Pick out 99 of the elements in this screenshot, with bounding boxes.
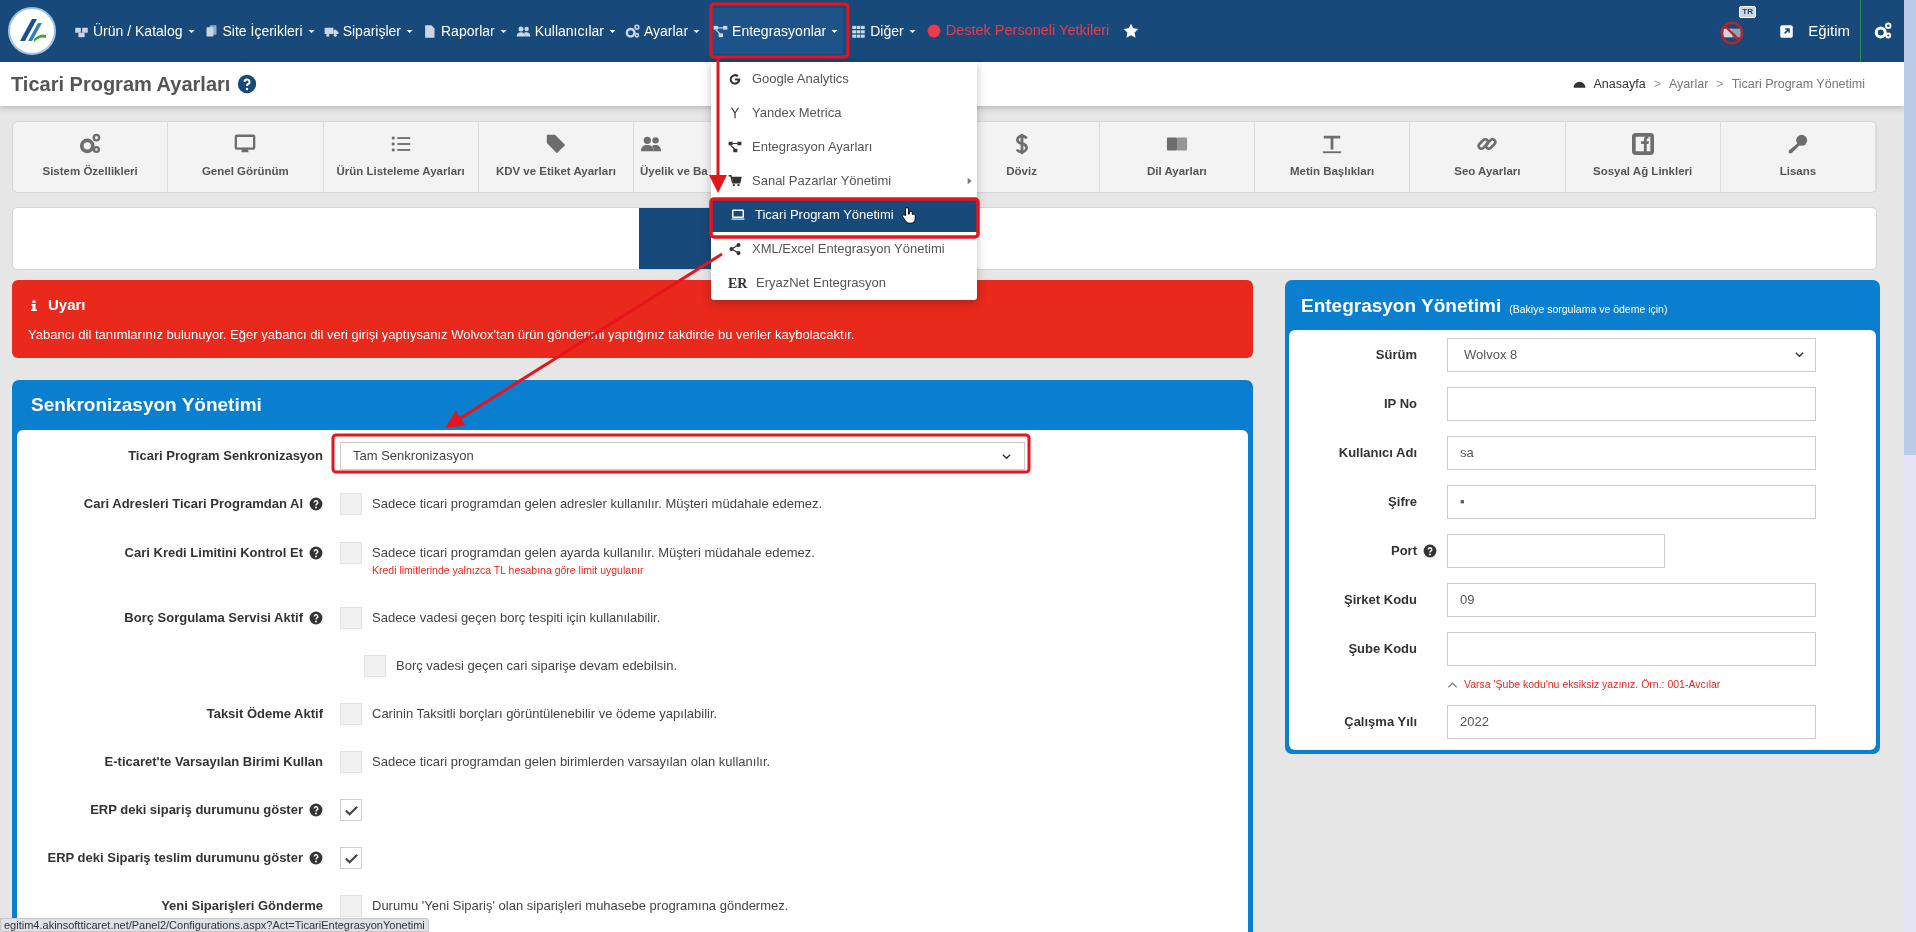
page-title: Ticari Program Ayarları (11, 72, 231, 97)
option-description: Sadece ticari programdan gelen ayarda kullanılır. Müşteri müdahale edemez. (372, 544, 815, 562)
status-bar-url: egitim4.akinsoftticaret.net/Panel2/Configurations.aspx?Act=TicariEntegrasyonYonetimi (0, 918, 429, 932)
google-logo-icon (728, 72, 742, 86)
field-label: Cari Adresleri Ticari Programdan Al (83, 495, 303, 514)
field-label: Sürüm (1375, 345, 1417, 364)
field-label: Yeni Siparişleri Gönderme (161, 897, 323, 916)
sync-mode-select[interactable]: Tam Senkronizasyon (340, 442, 1025, 470)
language-toggle[interactable] (1719, 20, 1746, 46)
checkbox[interactable] (340, 847, 362, 869)
field-label: ERP deki sipariş durumunu göster (90, 801, 303, 820)
user-name[interactable]: Eğitim (1808, 19, 1850, 43)
settings-tab[interactable]: Genel Görünüm (168, 122, 324, 192)
field-label: Taksit Ödeme Aktif (206, 705, 323, 724)
grid-icon (851, 23, 867, 39)
company-logo[interactable] (8, 7, 56, 55)
report-icon (422, 23, 437, 39)
field-label: Çalışma Yılı (1344, 712, 1417, 731)
help-icon (237, 74, 258, 94)
user-circle-icon (926, 24, 941, 38)
settings-tab[interactable]: Seo Ayarları (1410, 122, 1566, 192)
key-icon (1786, 133, 1809, 156)
field-label: Port (1391, 541, 1417, 560)
settings-tab[interactable]: KDV ve Etiket Ayarları (478, 122, 634, 192)
panel-title: Entegrasyon Yönetimi (1301, 293, 1502, 318)
option-description: Durumu 'Yeni Sipariş' olan siparişleri muhasebe programına göndermez. (372, 897, 789, 915)
field-label: Kullanıcı Adı (1338, 443, 1417, 462)
chevron-down-icon (1794, 349, 1805, 360)
settings-tab[interactable]: Dil Ayarları (1099, 122, 1255, 192)
field-label: Ticari Program Senkronizasyon (128, 447, 323, 466)
cart-icon (728, 174, 742, 188)
nav-menu-item[interactable]: Diğer (847, 8, 921, 54)
option-description: Carinin Taksitli borçları görüntülenebilir ve ödeme yapılabilir. (372, 705, 718, 723)
limit-note: Kredi limitlerinde yalnızca TL hesabına göre limit uygulanır (372, 564, 645, 576)
panel-subtitle: (Bakiye sorgulama ve ödeme için) (1509, 302, 1668, 318)
sitemap-icon (713, 23, 729, 39)
panel-title: Senkronizasyon Yönetimi (31, 392, 262, 417)
breadcrumb-separator: > (1716, 75, 1724, 93)
breadcrumb-link[interactable]: Ticari Program Yönetimi (1731, 74, 1865, 94)
input-field[interactable]: 09 (1447, 582, 1816, 617)
gears-icon (624, 23, 640, 39)
laptop-icon (731, 208, 745, 222)
facebook-icon (1631, 133, 1654, 156)
nav-menu-item[interactable]: Site İçerikleri (199, 8, 320, 54)
nav-menu-item[interactable]: Kullanıcılar (511, 8, 621, 54)
option-description: Sadece ticari programdan gelen adresler kullanılır. Müşteri müdahale edemez. (372, 495, 823, 513)
input-field[interactable]: ▪ (1447, 484, 1816, 519)
settings-tab[interactable]: Sistem Özellikleri (13, 122, 169, 192)
field-label: Şirket Kodu (1344, 590, 1417, 609)
external-link-icon (1779, 23, 1795, 39)
nav-menu-item[interactable]: Entegrasyonlar (709, 8, 844, 54)
nav-menu-item[interactable]: Ayarlar (620, 8, 706, 54)
heading-icon (1321, 133, 1344, 156)
breadcrumb-link[interactable]: Anasayfa (1593, 74, 1646, 94)
nav-menu-item[interactable]: Siparişler (319, 8, 418, 54)
input-field[interactable]: sa (1447, 435, 1816, 470)
checkbox[interactable] (340, 799, 362, 821)
settings-tab[interactable]: Sosyal Ağ Linkleri (1565, 122, 1721, 192)
field-label: Şube Kodu (1348, 639, 1417, 658)
settings-tab[interactable]: Ürün Listeleme Ayarları (323, 122, 479, 192)
option-description: Sadece vadesi geçen borç tespiti için kullanılabilir. (372, 609, 661, 627)
submenu-arrow-icon (965, 176, 973, 186)
dropdown-item[interactable]: XML/Excel Entegrasyon Yönetimi (711, 232, 977, 266)
option-description: Borç vadesi geçen cari siparişe devam edebilsin. (396, 657, 678, 676)
breadcrumb-link[interactable]: Ayarlar (1668, 74, 1709, 94)
settings-tab[interactable]: Lisans (1720, 122, 1876, 192)
option-description: Sadece ticari programdan gelen birimlerden varsayılan olan kullanılır. (372, 753, 771, 771)
dropdown-item[interactable]: ER EryazNet Entegrasyon (711, 266, 977, 300)
translate-disabled-icon (1719, 20, 1746, 46)
field-label: Şifre (1388, 492, 1417, 511)
dropdown-item[interactable]: Google Analytics (711, 62, 977, 96)
nav-menu-item[interactable]: Raporlar (418, 8, 512, 54)
input-field[interactable] (1447, 631, 1816, 666)
settings-tab[interactable]: Metin Başlıkları (1255, 122, 1411, 192)
field-hint: Varsa 'Şube kodu'nu eksiksiz yazınız. Örn.: 001-Avcılar (1464, 677, 1721, 693)
y-letter-icon (728, 106, 742, 120)
pointer-cursor-icon (901, 204, 919, 226)
tag-icon (544, 133, 567, 156)
alert-message: Yabancı dil tanımlarınız bulunuyor. Eğer yabancı dil veri girişi yaptıysanız Wolvox'tan ürün gönderimi yaptığınız takdirde bu veriler kaybolacaktır. (28, 325, 856, 344)
scrollbar[interactable] (1904, 0, 1916, 932)
input-field[interactable] (1447, 386, 1816, 421)
gears-icon (79, 133, 102, 156)
input-field[interactable] (1447, 533, 1665, 568)
nav-menu-item[interactable]: Ürün / Katalog (70, 8, 200, 54)
star-icon (1123, 23, 1140, 39)
external-link-button[interactable] (1779, 23, 1795, 39)
field-label: E-ticaret'te Varsayılan Birimi Kullan (104, 753, 323, 772)
sitemap-icon (728, 140, 742, 154)
alert-title: Uyarı (48, 295, 86, 315)
share-icon (728, 242, 742, 256)
settings-icon (1873, 22, 1892, 40)
field-label: ERP deki Sipariş teslim durumunu göster (47, 849, 303, 868)
field-label: IP No (1384, 394, 1417, 413)
language-badge: TR (1739, 6, 1756, 18)
input-field[interactable]: 2022 (1447, 704, 1816, 739)
version-select[interactable]: Wolvox 8 (1447, 337, 1816, 372)
field-label: Cari Kredi Limitini Kontrol Et (124, 544, 303, 563)
field-label: Borç Sorgulama Servisi Aktif (124, 609, 303, 628)
breadcrumb-separator: > (1653, 75, 1661, 93)
